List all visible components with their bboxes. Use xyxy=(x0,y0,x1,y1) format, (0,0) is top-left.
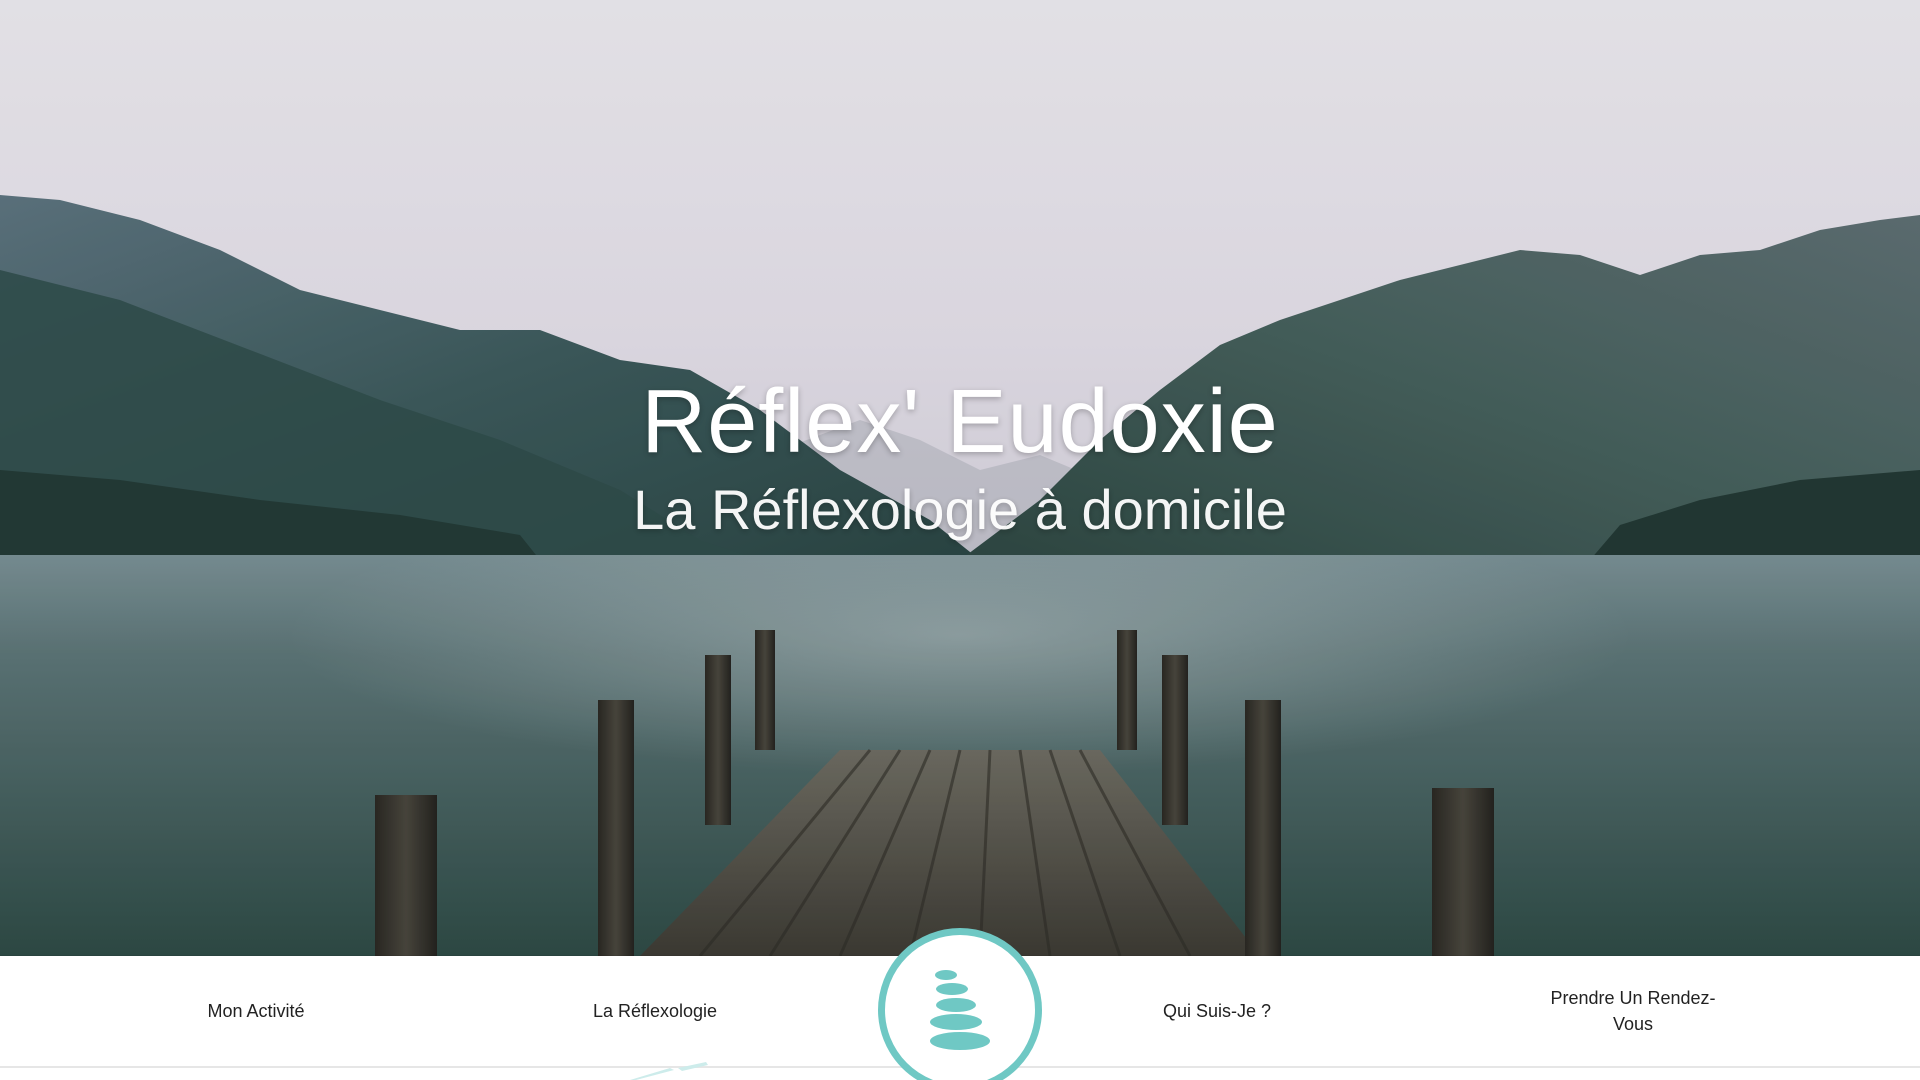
stacked-stones-icon xyxy=(930,970,990,1050)
site-title: Réflex' Eudoxie xyxy=(641,372,1279,472)
nav-item-label: Mon Activité xyxy=(207,1001,305,1021)
site-subtitle: La Réflexologie à domicile xyxy=(633,478,1287,541)
nav-item-qui-suis-je[interactable]: Qui Suis-Je ? xyxy=(1117,956,1317,1066)
hero-text-block: Réflex' Eudoxie La Réflexologie à domici… xyxy=(0,370,1920,546)
nav-item-prendre-rendez-vous[interactable]: Prendre Un Rendez-Vous xyxy=(1533,956,1733,1066)
nav-item-mon-activite[interactable]: Mon Activité xyxy=(156,956,356,1066)
decorative-stroke xyxy=(630,1062,708,1080)
page: Réflex' Eudoxie La Réflexologie à domici… xyxy=(0,0,1920,1080)
logo-button[interactable] xyxy=(878,928,1042,1080)
nav-item-label: Prendre Un Rendez-Vous xyxy=(1550,988,1716,1034)
hero-banner: Réflex' Eudoxie La Réflexologie à domici… xyxy=(0,0,1920,956)
nav-item-label: La Réflexologie xyxy=(592,1001,718,1021)
nav-item-la-reflexologie[interactable]: La Réflexologie xyxy=(555,956,755,1066)
nav-item-label: Qui Suis-Je ? xyxy=(1162,1001,1272,1021)
